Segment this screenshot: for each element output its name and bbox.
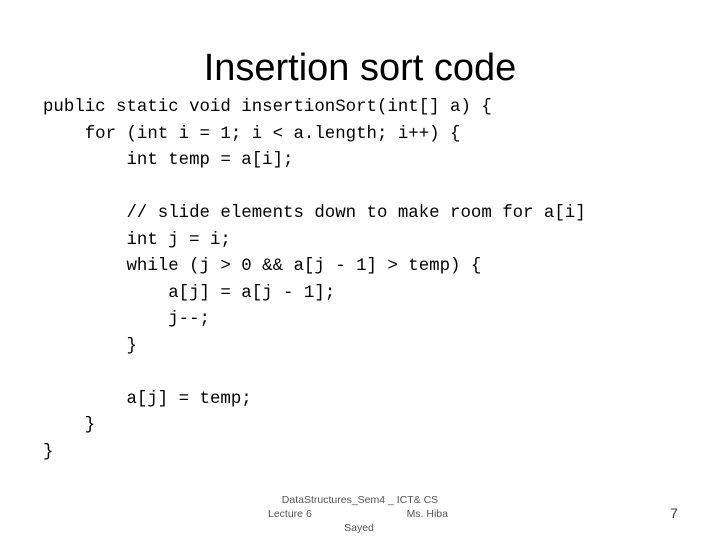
code-line: public static void insertionSort(int[] a… xyxy=(43,98,492,117)
code-line: } xyxy=(43,442,54,462)
code-line: } xyxy=(43,336,137,356)
code-comment: // slide elements down to make room for … xyxy=(43,204,586,223)
code-line: while (j > 0 && a[j - 1] > temp) { xyxy=(43,257,482,276)
slide-footer: DataStructures_Sem4 _ ICT& CS Lecture 6 … xyxy=(262,493,458,535)
footer-instructor: Ms. Hiba xyxy=(406,508,448,520)
footer-course: DataStructures_Sem4 _ ICT& CS xyxy=(281,494,439,506)
slide-number: 7 xyxy=(670,505,678,521)
code-line: a[j] = a[j - 1]; xyxy=(43,283,336,303)
footer-instructor-surname: Sayed xyxy=(344,522,374,534)
code-line: int temp = a[i]; xyxy=(43,151,294,170)
footer-row: Lecture 6 Ms. Hiba xyxy=(262,507,458,521)
code-line: j--; xyxy=(43,310,210,329)
code-line: a[j] = temp; xyxy=(43,389,252,409)
code-line: for (int i = 1; i < a.length; i++) { xyxy=(43,124,461,144)
slide-title: Insertion sort code xyxy=(203,47,517,89)
code-line: } xyxy=(43,416,96,435)
slide: Insertion sort code public static void i… xyxy=(0,0,720,540)
code-block: public static void insertionSort(int[] a… xyxy=(43,95,586,466)
code-line: int j = i; xyxy=(43,230,231,250)
footer-lecture: Lecture 6 xyxy=(268,508,312,520)
